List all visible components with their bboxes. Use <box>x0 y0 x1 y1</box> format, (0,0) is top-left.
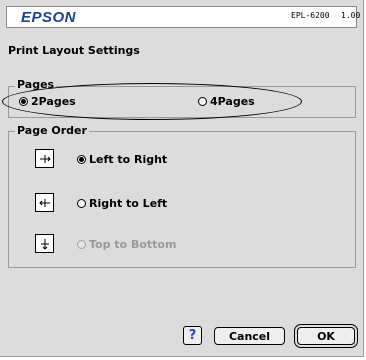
printer-model-label: EPL-6200 <box>291 11 330 20</box>
page-order-group-label: Page Order <box>15 124 89 137</box>
order-option-left-to-right[interactable]: Left to Right <box>77 153 167 166</box>
radio-selected-icon <box>77 155 86 164</box>
order-option-right-to-left[interactable]: Right to Left <box>77 197 167 210</box>
arrow-right-page-icon <box>35 149 54 168</box>
arrow-down-page-icon <box>35 234 54 253</box>
epson-logo: EPSON <box>21 9 77 26</box>
help-button[interactable]: ? <box>183 326 202 345</box>
radio-disabled-icon <box>77 240 86 249</box>
help-icon: ? <box>188 328 197 343</box>
pages-option-2pages[interactable]: 2Pages <box>19 95 76 108</box>
ok-button[interactable]: OK <box>297 327 355 345</box>
order-option-label: Right to Left <box>89 197 168 210</box>
print-layout-dialog: EPSON EPL-6200 1.00 Print Layout Setting… <box>0 0 364 357</box>
radio-unselected-icon <box>198 97 207 106</box>
radio-selected-icon <box>19 97 28 106</box>
order-option-label: Left to Right <box>89 153 168 166</box>
cancel-button[interactable]: Cancel <box>214 327 285 345</box>
order-option-label: Top to Bottom <box>89 238 177 251</box>
page-title: Print Layout Settings <box>8 44 140 57</box>
arrow-left-page-icon <box>35 193 54 212</box>
pages-group-label: Pages <box>15 78 57 91</box>
header-bar: EPSON EPL-6200 1.00 <box>6 6 361 28</box>
order-option-top-to-bottom: Top to Bottom <box>77 238 176 251</box>
page-order-group <box>8 131 356 268</box>
radio-unselected-icon <box>77 199 86 208</box>
pages-option-4pages[interactable]: 4Pages <box>198 95 255 108</box>
version-label: 1.00 <box>341 11 361 20</box>
pages-option-label: 4Pages <box>210 95 255 108</box>
pages-option-label: 2Pages <box>31 95 76 108</box>
